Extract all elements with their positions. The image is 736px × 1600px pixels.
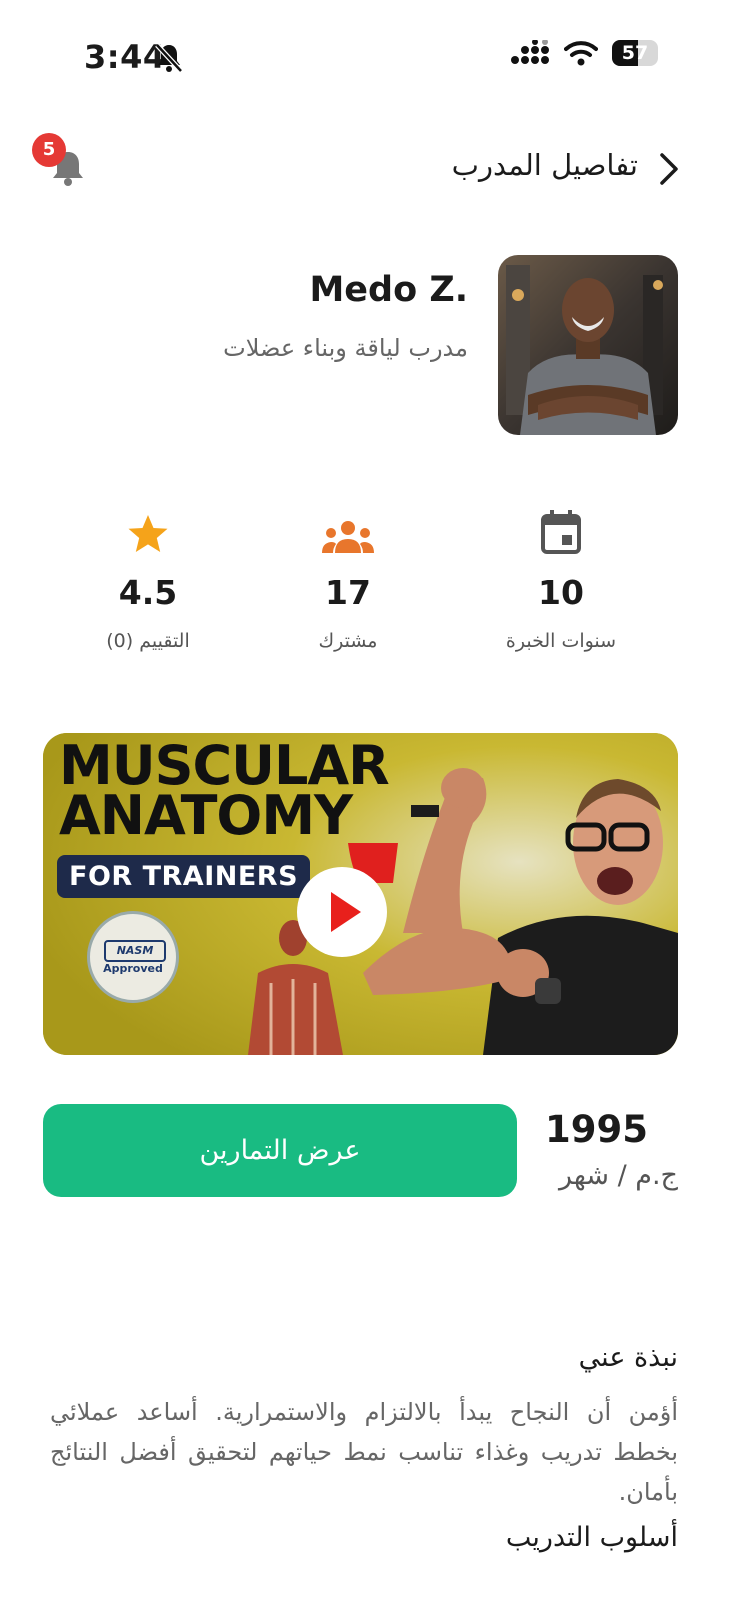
nasm-seal-logo: NASM Approved [87,911,179,1003]
price-unit: ج.م / شهر [559,1160,678,1191]
cellular-signal-icon [511,40,549,64]
page-title: تفاصيل المدرب [451,148,638,182]
group-icon [322,521,374,553]
video-title: MUSCULAR ANATOMY [59,739,390,847]
view-exercises-button[interactable]: عرض التمارين [43,1104,517,1197]
wifi-icon [564,41,598,66]
stat-value: 4.5 [118,573,178,612]
trainer-subtitle: مدرب لياقة وبناء عضلات [223,334,468,362]
about-text: أؤمن أن النجاح يبدأ بالالتزام والاستمرار… [50,1398,678,1506]
stat-value: 10 [538,573,584,612]
star-icon [128,515,168,552]
stat-value: 17 [325,573,371,612]
status-icons: 57 [510,40,658,66]
calendar-icon [541,510,581,554]
stat-label: مشترك [318,630,378,652]
video-badge: FOR TRAINERS [57,855,311,898]
stat-subscribers: 17 مشترك [248,505,448,652]
price-value: 1995 [545,1108,648,1151]
chevron-right-icon[interactable] [658,152,680,186]
stat-label: التقييم (0) [106,630,190,652]
stat-label: سنوات الخبرة [505,630,617,652]
trainer-photo [498,255,678,435]
notification-badge: 5 [32,133,66,167]
video-thumbnail[interactable]: MUSCULAR ANATOMY FOR TRAINERS NASM Appro… [43,733,678,1055]
stat-rating: 4.5 التقييم (0) [48,505,248,652]
seal-text: NASM [104,940,166,962]
video-title-line2: ANATOMY [59,784,353,847]
play-button[interactable] [297,867,387,957]
battery-percent: 57 [621,42,649,64]
bell-slash-icon [155,43,183,73]
stat-experience: 10 سنوات الخبرة [461,505,661,652]
training-style-title: أسلوب التدريب [505,1522,678,1553]
about-title: نبذة عني [578,1342,678,1373]
trainer-name: Medo Z. [309,270,468,310]
play-icon [331,892,361,932]
battery-icon: 57 [612,40,658,66]
seal-subtext: Approved [103,962,163,975]
